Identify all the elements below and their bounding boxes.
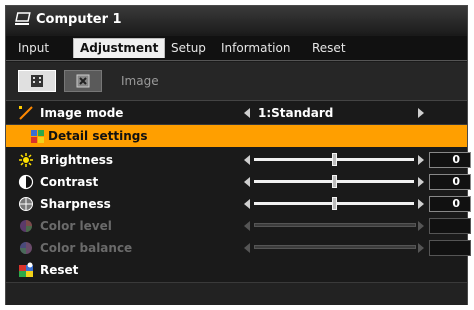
title-bar: Computer 1	[6, 6, 467, 34]
color-level-value	[429, 218, 471, 234]
image-mode-right-arrow[interactable]	[418, 108, 424, 118]
color-balance-slider-track	[254, 245, 416, 249]
window-title: Computer 1	[36, 12, 122, 27]
detail-settings-row[interactable]: Detail settings	[6, 125, 467, 147]
sharpness-icon	[18, 196, 34, 212]
contrast-label: Contrast	[40, 175, 99, 189]
menu-tabs: Input Adjustment Setup Information Reset	[6, 36, 467, 61]
sub-menu-label: Image	[121, 74, 159, 88]
image-mode-left-arrow[interactable]	[244, 108, 250, 118]
tab-setup[interactable]: Setup	[165, 39, 212, 58]
reset-row[interactable]: Reset	[6, 259, 467, 281]
tab-information[interactable]: Information	[215, 39, 296, 58]
contrast-left-arrow[interactable]	[244, 177, 250, 187]
sharpness-slider-knob[interactable]	[332, 197, 337, 210]
image-mode-icon	[18, 105, 34, 121]
color-balance-row: Color balance	[6, 237, 471, 259]
tab-reset[interactable]: Reset	[306, 39, 352, 58]
brightness-label: Brightness	[40, 153, 114, 167]
reset-icon	[18, 262, 34, 278]
detail-settings-icon	[30, 128, 46, 144]
contrast-row[interactable]: Contrast 0	[6, 171, 471, 193]
film-strip-icon	[31, 75, 43, 87]
detail-settings-label: Detail settings	[48, 129, 148, 143]
sharpness-label: Sharpness	[40, 197, 111, 211]
image-mode-label: Image mode	[40, 106, 124, 120]
brightness-right-arrow[interactable]	[418, 155, 424, 165]
color-level-row: Color level	[6, 215, 471, 237]
color-level-icon	[18, 218, 34, 234]
computer-input-icon	[15, 12, 31, 26]
image-options-button[interactable]	[64, 70, 102, 92]
image-mode-row[interactable]: Image mode 1:Standard	[6, 102, 467, 124]
sub-toolbar: Image	[6, 62, 467, 101]
sharpness-left-arrow[interactable]	[244, 199, 250, 209]
sharpness-value: 0	[429, 196, 471, 212]
sharpness-row[interactable]: Sharpness 0	[6, 193, 471, 215]
brightness-slider-knob[interactable]	[332, 153, 337, 166]
brightness-value: 0	[429, 152, 471, 168]
tab-input[interactable]: Input	[12, 39, 55, 58]
image-options-icon	[76, 74, 90, 88]
status-footer	[6, 282, 467, 305]
color-level-slider-track	[254, 223, 416, 227]
projector-osd-menu: Computer 1 Input Adjustment Setup Inform…	[5, 5, 471, 305]
color-level-label: Color level	[40, 219, 112, 233]
color-balance-icon	[18, 240, 34, 256]
brightness-row[interactable]: Brightness 0	[6, 149, 471, 171]
tab-adjustment[interactable]: Adjustment	[73, 38, 166, 58]
contrast-right-arrow[interactable]	[418, 177, 424, 187]
sharpness-right-arrow[interactable]	[418, 199, 424, 209]
color-balance-right-arrow	[418, 243, 424, 253]
image-category-button[interactable]	[18, 70, 56, 92]
brightness-left-arrow[interactable]	[244, 155, 250, 165]
contrast-value: 0	[429, 174, 471, 190]
image-mode-value: 1:Standard	[258, 106, 334, 120]
color-balance-left-arrow	[244, 243, 250, 253]
reset-label: Reset	[40, 263, 79, 277]
color-level-left-arrow	[244, 221, 250, 231]
color-balance-value	[429, 240, 471, 256]
contrast-icon	[18, 174, 34, 190]
color-level-right-arrow	[418, 221, 424, 231]
color-balance-label: Color balance	[40, 241, 133, 255]
brightness-icon	[18, 152, 34, 168]
contrast-slider-knob[interactable]	[332, 175, 337, 188]
